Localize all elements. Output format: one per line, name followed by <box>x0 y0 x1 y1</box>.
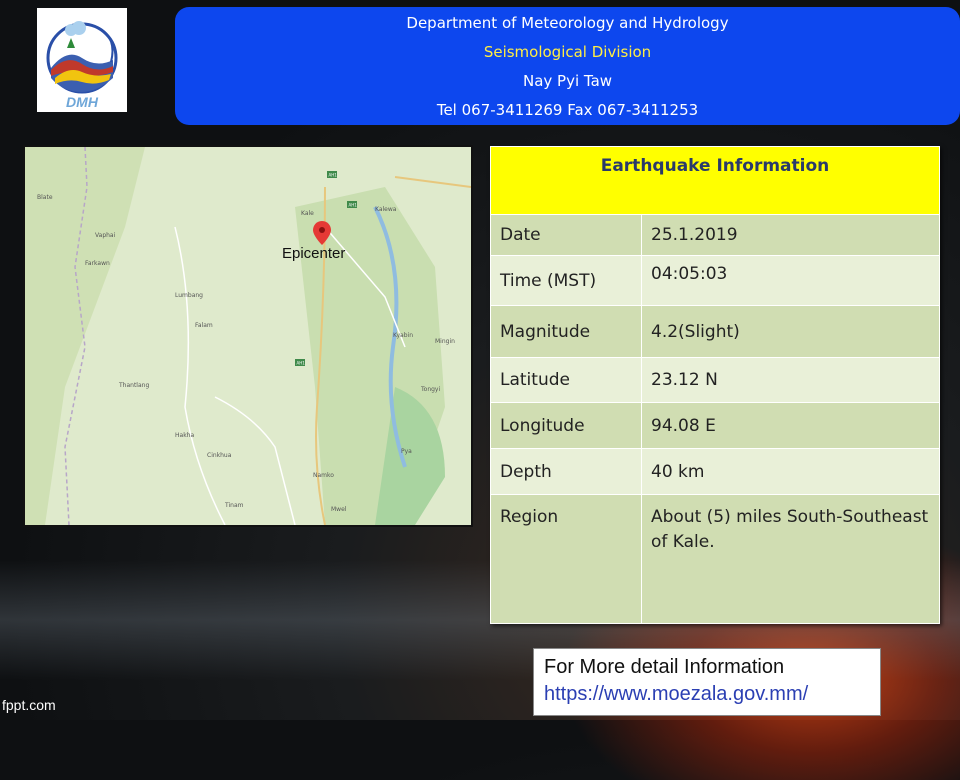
road-shield: AH1 <box>347 201 357 208</box>
map-graphic: Blate Vaphai Farkawn Lumbang Falam Thant… <box>25 147 471 525</box>
division-title: Seismological Division <box>483 43 652 61</box>
row-value: 25.1.2019 <box>641 214 940 256</box>
place-label: Kale <box>301 210 314 217</box>
location-text: Nay Pyi Taw <box>522 72 613 90</box>
row-label: Longitude <box>490 402 642 449</box>
row-value: 40 km <box>641 448 940 495</box>
table-row: Magnitude 4.2(Slight) <box>490 305 940 358</box>
table-row: Time (MST) 04:05:03 <box>490 255 940 306</box>
table-title: Earthquake Information <box>490 146 940 215</box>
place-label: Mwel <box>331 506 347 513</box>
row-value: 04:05:03 <box>641 255 940 306</box>
place-label: Falam <box>195 322 213 329</box>
more-info-box: For More detail Information https://www.… <box>533 648 881 716</box>
place-label: Tinam <box>224 502 244 509</box>
website-link[interactable]: https://www.moezala.gov.mm/ <box>544 681 870 708</box>
place-label: Vaphai <box>95 232 116 239</box>
row-value: 94.08 E <box>641 402 940 449</box>
svg-text:AH1: AH1 <box>349 203 358 208</box>
row-label: Date <box>490 214 642 256</box>
earthquake-info-table: Earthquake Information Date 25.1.2019 Ti… <box>490 146 940 624</box>
place-label: Farkawn <box>85 260 110 267</box>
row-value: 23.12 N <box>641 357 940 403</box>
more-info-text: For More detail Information <box>544 656 785 678</box>
place-label: Kyabin <box>393 332 413 339</box>
row-label: Depth <box>490 448 642 495</box>
epicenter-label: Epicenter <box>282 245 346 262</box>
logo-text: DMH <box>66 94 98 110</box>
place-label: Thantlang <box>118 382 149 389</box>
table-row: Longitude 94.08 E <box>490 402 940 449</box>
place-label: Tongyi <box>420 386 440 393</box>
row-label: Region <box>490 494 642 624</box>
row-label: Time (MST) <box>490 255 642 306</box>
dmh-logo: DMH <box>37 8 127 112</box>
table-row: Date 25.1.2019 <box>490 214 940 256</box>
row-label: Magnitude <box>490 305 642 358</box>
row-value: About (5) miles South-Southeast of Kale. <box>641 494 940 624</box>
epicenter-map: Blate Vaphai Farkawn Lumbang Falam Thant… <box>23 145 473 527</box>
row-value: 4.2(Slight) <box>641 305 940 358</box>
table-header-row: Earthquake Information <box>490 146 940 215</box>
table-row: Latitude 23.12 N <box>490 357 940 403</box>
department-title: Department of Meteorology and Hydrology <box>406 14 729 32</box>
place-label: Lumbang <box>175 292 203 299</box>
table-row: Region About (5) miles South-Southeast o… <box>490 494 940 624</box>
row-label: Latitude <box>490 357 642 403</box>
place-label: Mingin <box>435 338 455 345</box>
header-banner: Department of Meteorology and Hydrology … <box>175 7 960 125</box>
contact-text: Tel 067-3411269 Fax 067-3411253 <box>436 101 699 119</box>
footer-credit: fppt.com <box>2 697 56 713</box>
road-shield: AH1 <box>295 359 305 366</box>
table-row: Depth 40 km <box>490 448 940 495</box>
place-label: Namko <box>313 472 334 479</box>
place-label: Pya <box>401 448 412 455</box>
place-label: Hakha <box>175 432 194 439</box>
place-label: Blate <box>37 194 53 201</box>
svg-text:AH1: AH1 <box>329 173 338 178</box>
road-shield: AH1 <box>327 171 337 178</box>
svg-text:AH1: AH1 <box>297 361 306 366</box>
place-label: Cinkhua <box>207 452 232 459</box>
place-label: Kalewa <box>375 206 397 213</box>
